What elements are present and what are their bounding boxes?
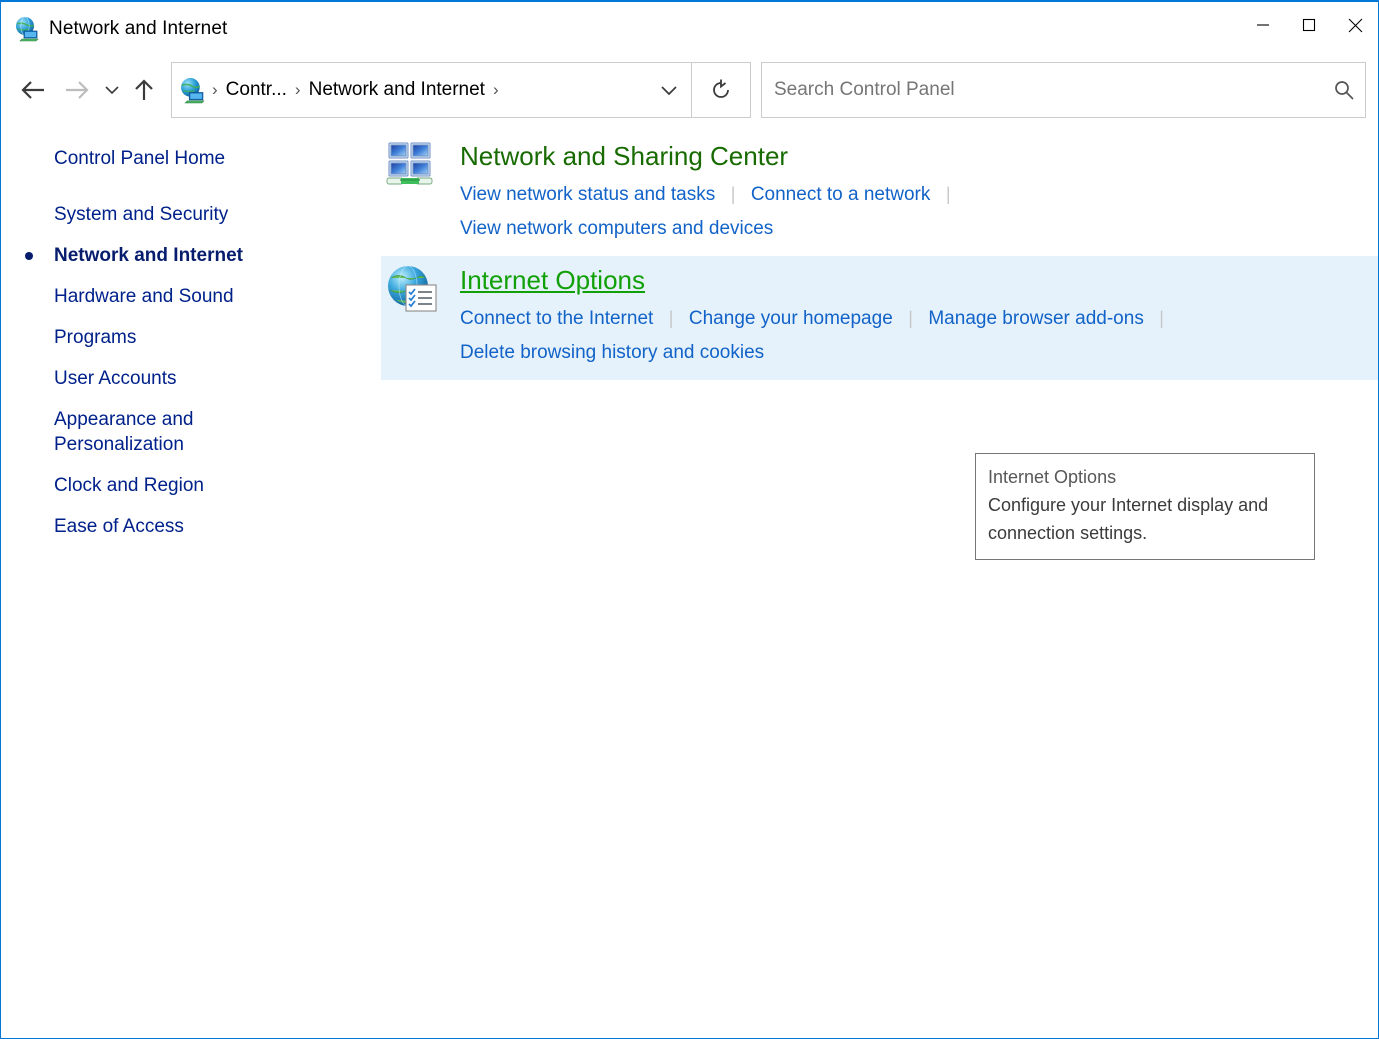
link-delete-browsing-history-and-cookies[interactable]: Delete browsing history and cookies bbox=[460, 342, 764, 363]
link-separator: | bbox=[945, 184, 951, 204]
tooltip-internet-options: Internet Options Configure your Internet… bbox=[975, 453, 1315, 560]
refresh-button[interactable] bbox=[692, 62, 751, 118]
network-internet-icon bbox=[15, 16, 41, 42]
category-links: View network status and tasks | Connect … bbox=[460, 178, 1260, 246]
links-row: Connect to the Internet | Change your ho… bbox=[460, 302, 1260, 336]
network-sharing-center-icon bbox=[381, 140, 439, 246]
breadcrumb-separator-trailing[interactable]: › bbox=[488, 80, 504, 100]
breadcrumb-control-panel[interactable]: Contr... bbox=[223, 77, 290, 103]
tooltip-description: Configure your Internet display and conn… bbox=[988, 495, 1269, 543]
sidebar-item-control-panel-home[interactable]: Control Panel Home bbox=[1, 138, 381, 179]
address-bar[interactable]: › Contr... › Network and Internet › bbox=[171, 62, 692, 118]
breadcrumb-separator: › bbox=[294, 80, 301, 99]
close-button[interactable] bbox=[1332, 2, 1378, 48]
links-row: View network computers and devices bbox=[460, 212, 1260, 246]
sidebar-item-ease-of-access[interactable]: Ease of Access bbox=[1, 506, 381, 547]
category-body: Network and Sharing Center View network … bbox=[439, 140, 1378, 246]
sidebar: Control Panel Home System and Security N… bbox=[1, 124, 381, 1038]
breadcrumb-network-internet-icon bbox=[180, 77, 207, 104]
link-separator: | bbox=[908, 308, 913, 328]
navigation-bar: › Contr... › Network and Internet › bbox=[1, 56, 1378, 124]
links-row: Delete browsing history and cookies bbox=[460, 336, 1260, 370]
forward-button[interactable] bbox=[55, 70, 99, 110]
link-separator: | bbox=[668, 308, 674, 328]
search-icon[interactable] bbox=[1323, 63, 1365, 117]
sidebar-item-system-and-security[interactable]: System and Security bbox=[1, 194, 381, 235]
control-panel-window: Network and Internet › Contr... › Networ… bbox=[0, 0, 1379, 1039]
sidebar-item-user-accounts[interactable]: User Accounts bbox=[1, 358, 381, 399]
chevron-down-icon[interactable] bbox=[99, 70, 125, 110]
content-area: Control Panel Home System and Security N… bbox=[1, 124, 1378, 1038]
internet-options-icon bbox=[381, 264, 439, 370]
category-title-network-and-sharing-center[interactable]: Network and Sharing Center bbox=[460, 140, 788, 172]
sidebar-item-hardware-and-sound[interactable]: Hardware and Sound bbox=[1, 276, 381, 317]
sidebar-item-programs[interactable]: Programs bbox=[1, 317, 381, 358]
minimize-button[interactable] bbox=[1240, 2, 1286, 48]
category-list: Network and Sharing Center View network … bbox=[381, 124, 1378, 1038]
window-controls bbox=[1240, 2, 1378, 48]
search-box[interactable] bbox=[761, 62, 1366, 118]
up-button[interactable] bbox=[125, 70, 163, 110]
sidebar-item-appearance-and-personalization[interactable]: Appearance and Personalization bbox=[1, 399, 381, 465]
search-input[interactable] bbox=[762, 78, 1323, 102]
breadcrumb-separator: › bbox=[212, 80, 218, 99]
maximize-button[interactable] bbox=[1286, 2, 1332, 48]
sidebar-item-clock-and-region[interactable]: Clock and Region bbox=[1, 465, 381, 506]
back-button[interactable] bbox=[11, 70, 55, 110]
link-connect-to-the-internet[interactable]: Connect to the Internet bbox=[460, 308, 653, 329]
category-body: Internet Options Connect to the Internet… bbox=[439, 264, 1378, 370]
link-connect-to-a-network[interactable]: Connect to a network bbox=[751, 184, 931, 205]
tooltip-title: Internet Options bbox=[988, 467, 1117, 487]
link-view-network-computers-and-devices[interactable]: View network computers and devices bbox=[460, 218, 773, 239]
window-title: Network and Internet bbox=[49, 18, 228, 39]
category-title-internet-options[interactable]: Internet Options bbox=[460, 264, 645, 296]
sidebar-item-network-and-internet[interactable]: Network and Internet bbox=[1, 235, 381, 276]
link-separator: | bbox=[730, 184, 736, 204]
category-links: Connect to the Internet | Change your ho… bbox=[460, 302, 1260, 370]
breadcrumb-network-and-internet[interactable]: Network and Internet bbox=[306, 77, 488, 103]
link-view-network-status-and-tasks[interactable]: View network status and tasks bbox=[460, 184, 715, 205]
category-internet-options[interactable]: Internet Options Connect to the Internet… bbox=[381, 256, 1378, 380]
link-manage-browser-add-ons[interactable]: Manage browser add-ons bbox=[928, 308, 1143, 329]
address-dropdown-chevron-icon[interactable] bbox=[647, 63, 691, 117]
link-change-your-homepage[interactable]: Change your homepage bbox=[689, 308, 893, 329]
title-bar: Network and Internet bbox=[1, 2, 1378, 56]
link-separator: | bbox=[1159, 308, 1164, 328]
links-row: View network status and tasks | Connect … bbox=[460, 178, 1260, 212]
category-network-and-sharing-center: Network and Sharing Center View network … bbox=[381, 132, 1378, 256]
